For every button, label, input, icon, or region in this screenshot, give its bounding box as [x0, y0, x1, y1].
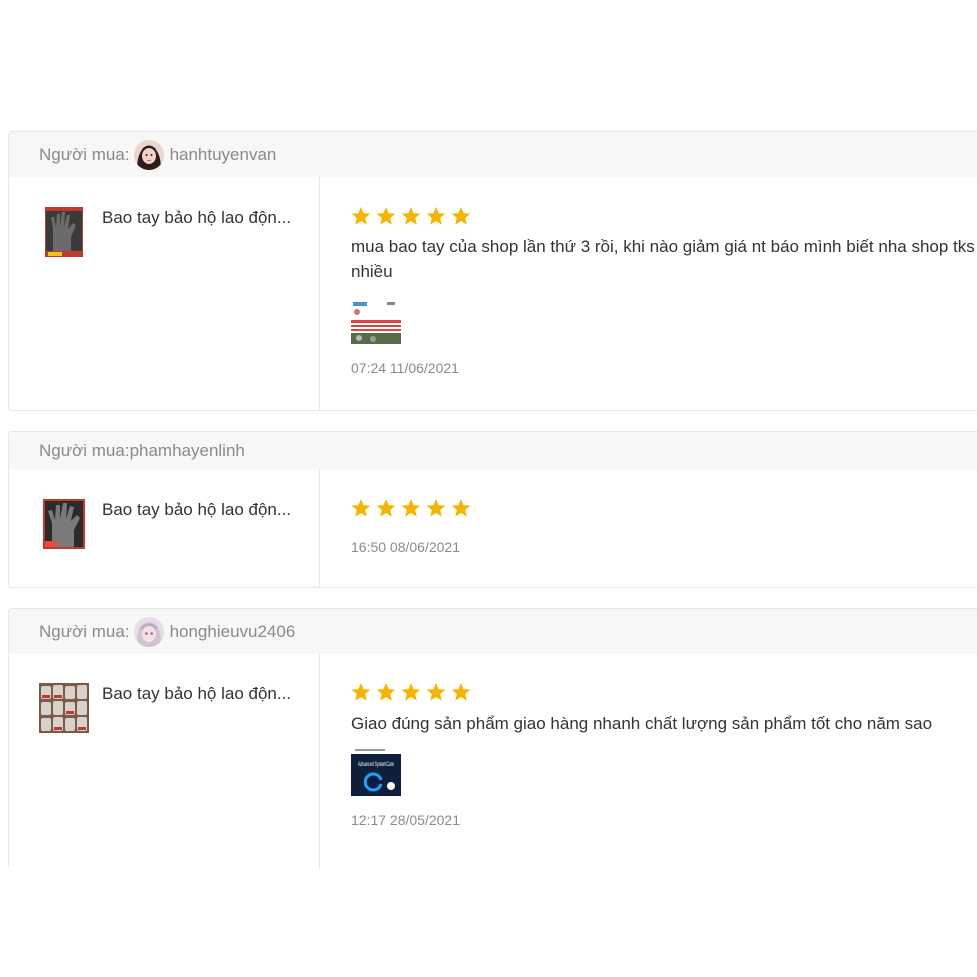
- product-name[interactable]: Bao tay bảo hộ lao độn...: [102, 500, 291, 520]
- star-icon: [426, 499, 446, 517]
- star-icon: [451, 499, 471, 517]
- review-header: Người mua: phamhayenlinh: [9, 432, 977, 469]
- star-icon: [376, 683, 396, 701]
- rating-stars: [351, 682, 471, 702]
- product-column: Bao tay bảo hộ lao độn...: [9, 469, 320, 587]
- review-photo[interactable]: Advanced SystemCare: [351, 746, 401, 796]
- star-icon: [376, 207, 396, 225]
- review-timestamp: 07:24 11/06/2021: [351, 360, 459, 376]
- review-card: Người mua: honghieuvu2406 Bao tay bảo hộ…: [8, 608, 977, 869]
- product-column: Bao tay bảo hộ lao độn...: [9, 177, 320, 410]
- review-card: Người mua: phamhayenlinh Bao tay bảo hộ …: [8, 431, 977, 588]
- avatar[interactable]: [133, 139, 164, 170]
- review-content: mua bao tay của shop lần thứ 3 rồi, khi …: [320, 177, 977, 410]
- star-icon: [351, 207, 371, 225]
- review-card: Người mua: hanhtuyenvan Bao tay bảo hộ l…: [8, 131, 977, 411]
- star-icon: [426, 207, 446, 225]
- review-photo[interactable]: [351, 294, 401, 344]
- buyer-label: Người mua:: [39, 440, 130, 460]
- product-name[interactable]: Bao tay bảo hộ lao độn...: [102, 208, 291, 228]
- buyer-name[interactable]: hanhtuyenvan: [170, 145, 277, 165]
- product-thumbnail[interactable]: [45, 207, 83, 257]
- review-body: Bao tay bảo hộ lao độn... mua bao tay củ…: [9, 177, 977, 410]
- product-column: Bao tay bảo hộ lao độn...: [9, 654, 320, 869]
- rating-stars: [351, 206, 471, 226]
- review-header: Người mua: honghieuvu2406: [9, 609, 977, 654]
- buyer-name[interactable]: honghieuvu2406: [170, 622, 296, 642]
- product-name[interactable]: Bao tay bảo hộ lao độn...: [102, 684, 291, 704]
- star-icon: [376, 499, 396, 517]
- buyer-label: Người mua:: [39, 621, 130, 641]
- star-icon: [426, 683, 446, 701]
- buyer-label: Người mua:: [39, 144, 130, 164]
- rating-stars: [351, 498, 471, 518]
- review-timestamp: 16:50 08/06/2021: [351, 539, 460, 555]
- review-body: Bao tay bảo hộ lao độn... Giao đúng sản …: [9, 654, 977, 869]
- review-comment: mua bao tay của shop lần thứ 3 rồi, khi …: [351, 237, 975, 281]
- star-icon: [401, 207, 421, 225]
- avatar[interactable]: [133, 616, 164, 647]
- product-thumbnail[interactable]: [39, 683, 89, 733]
- buyer-name[interactable]: phamhayenlinh: [130, 441, 245, 461]
- review-body: Bao tay bảo hộ lao độn... 16:50 08/06/20…: [9, 469, 977, 587]
- review-timestamp: 12:17 28/05/2021: [351, 812, 460, 828]
- product-thumbnail[interactable]: [43, 499, 85, 549]
- star-icon: [451, 207, 471, 225]
- review-header: Người mua: hanhtuyenvan: [9, 132, 977, 177]
- star-icon: [351, 683, 371, 701]
- photo-caption: Advanced SystemCare: [358, 762, 394, 768]
- review-content: Giao đúng sản phẩm giao hàng nhanh chất …: [320, 654, 977, 869]
- star-icon: [401, 683, 421, 701]
- review-comment: Giao đúng sản phẩm giao hàng nhanh chất …: [351, 714, 933, 733]
- star-icon: [351, 499, 371, 517]
- review-content: 16:50 08/06/2021: [320, 469, 977, 587]
- star-icon: [451, 683, 471, 701]
- star-icon: [401, 499, 421, 517]
